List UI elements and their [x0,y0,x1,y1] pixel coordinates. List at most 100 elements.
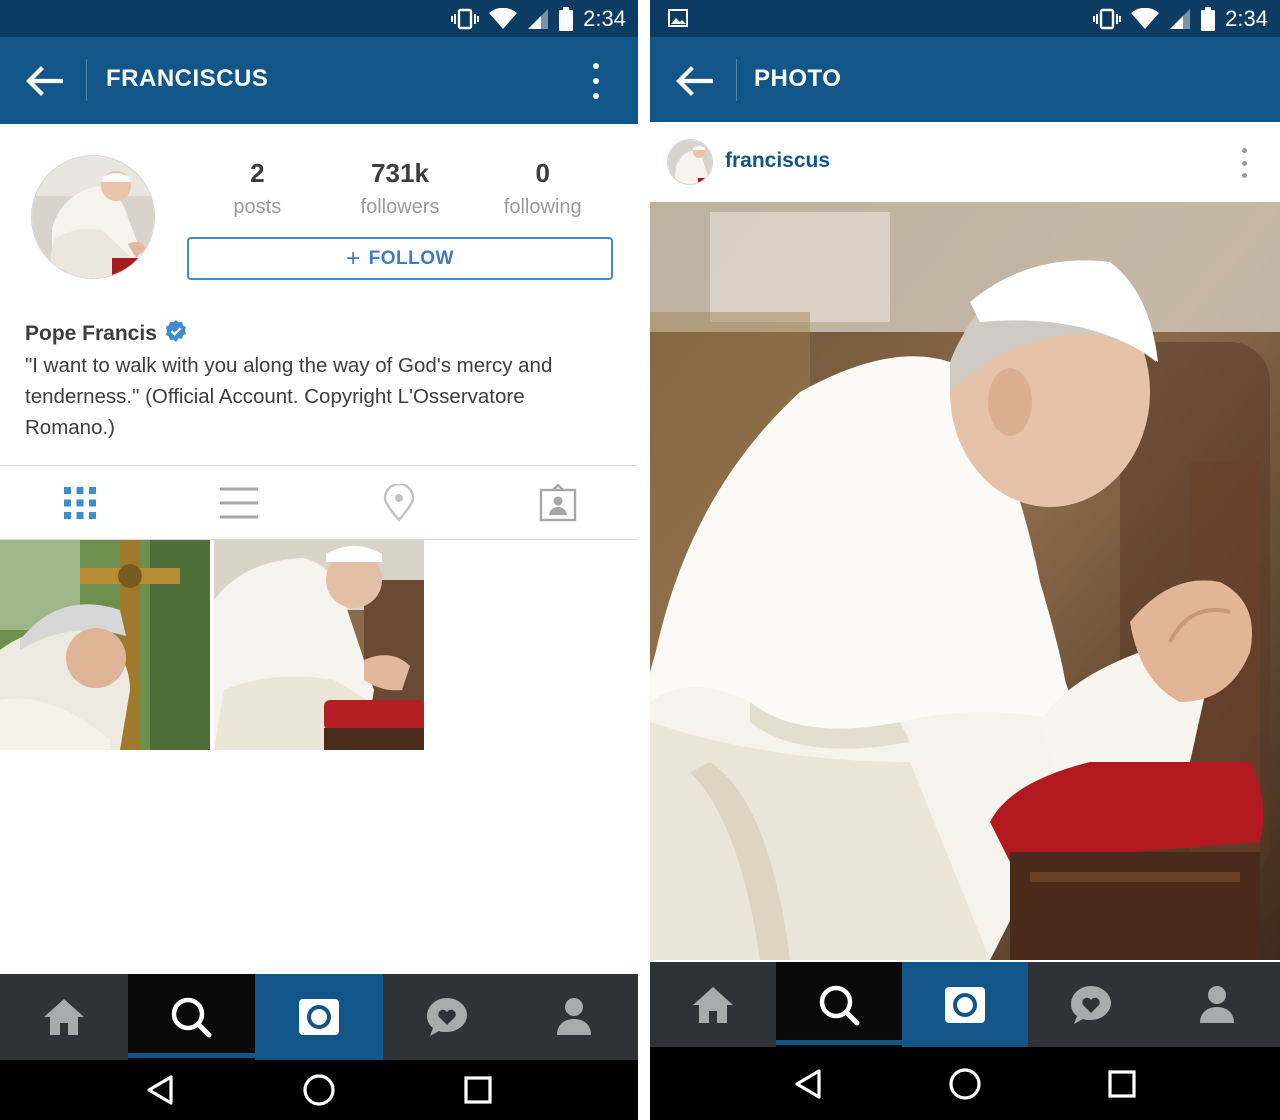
page-title: PHOTO [754,65,842,92]
back-arrow-icon [676,66,713,96]
system-nav-bar [0,1060,638,1120]
post-thumbnail[interactable] [214,540,424,750]
back-arrow-icon [26,66,63,96]
app-bar-divider [86,59,87,101]
status-icons: 2:34 [1093,0,1268,37]
nav-search[interactable] [127,974,256,1060]
stat-posts[interactable]: 2 posts [186,158,329,219]
nav-home[interactable] [0,974,128,1060]
photo-screen: 2:34 PHOTO franciscus [650,0,1280,1120]
nav-profile[interactable] [1154,962,1280,1047]
system-recents-button[interactable] [448,1065,508,1115]
post-username[interactable]: franciscus [725,149,830,173]
system-home-button[interactable] [935,1059,995,1109]
nav-camera[interactable] [902,962,1028,1047]
notification-image-icon [668,9,688,32]
wifi-icon [1131,7,1160,30]
post-header: franciscus [650,122,1280,202]
stat-label: followers [360,196,440,218]
follow-label: FOLLOW [368,247,454,269]
back-triangle-icon [147,1075,173,1105]
system-recents-button[interactable] [1092,1059,1152,1109]
home-icon [693,986,733,1023]
stat-value: 731k [371,158,429,188]
search-icon [172,997,212,1038]
post-thumbnail-image [0,540,210,750]
nav-search[interactable] [776,962,902,1047]
stat-following[interactable]: 0 following [471,158,614,219]
nav-camera[interactable] [255,974,383,1060]
home-circle-icon [949,1067,981,1100]
back-triangle-icon [795,1068,821,1099]
nav-activity[interactable] [1028,962,1154,1047]
screen-divider [638,0,650,1120]
status-icons: 2:34 [451,0,626,37]
activity-heart-icon [426,998,467,1036]
post-thumbnail[interactable] [0,540,210,750]
tab-grid[interactable] [0,466,160,539]
system-back-button[interactable] [130,1065,190,1115]
recents-square-icon [464,1076,492,1104]
post-options-button[interactable] [1238,148,1250,178]
back-button[interactable] [22,61,66,101]
status-bar: 2:34 [650,0,1280,37]
dot [593,78,599,84]
app-bar: FRANCISCUS [0,37,638,124]
bottom-nav [0,974,638,1060]
tagged-photos-icon [540,483,577,521]
stat-followers[interactable]: 731k followers [329,158,472,219]
vibrate-icon [451,8,480,30]
signal-icon [527,8,549,30]
status-bar: 2:34 [0,0,638,37]
stat-value: 0 [535,158,550,188]
verified-badge-icon [165,320,187,347]
posts-grid [0,540,638,750]
signal-icon [1169,8,1191,30]
back-button[interactable] [672,61,716,101]
profile-icon [557,998,592,1035]
search-icon [819,985,860,1025]
dot [1241,148,1247,153]
camera-icon [945,986,985,1023]
post-photo[interactable] [650,202,1280,960]
dot [1241,160,1247,166]
tab-map[interactable] [319,466,479,539]
tab-list[interactable] [160,466,320,539]
profile-avatar[interactable] [31,155,155,279]
stat-value: 2 [250,158,265,188]
activity-heart-icon [1071,985,1111,1024]
home-circle-icon [303,1074,335,1106]
follow-button[interactable]: + FOLLOW [187,237,613,280]
recents-square-icon [1108,1069,1136,1098]
status-time: 2:34 [583,5,626,31]
profile-full-name: Pope Francis [25,321,157,345]
overflow-menu-button[interactable] [584,63,608,99]
system-back-button[interactable] [778,1059,838,1109]
profile-icon [1200,985,1234,1023]
tab-tagged[interactable] [479,466,639,539]
camera-icon [298,999,339,1035]
system-home-button[interactable] [289,1065,349,1115]
battery-icon [559,6,574,31]
page-title: FRANCISCUS [106,65,269,92]
post-photo-image [650,202,1280,960]
app-bar: PHOTO [650,37,1280,122]
system-nav-bar [650,1047,1280,1120]
grid-view-icon [63,486,96,519]
dot [593,93,599,99]
stat-label: posts [233,196,282,218]
vibrate-icon [1093,8,1122,30]
post-author-avatar[interactable] [667,139,713,185]
nav-profile[interactable] [510,974,638,1060]
profile-bio: "I want to walk with you along the way o… [25,354,553,439]
post-thumbnail-image [214,540,424,750]
status-time: 2:34 [1225,5,1268,31]
avatar-image [32,156,154,278]
nav-activity[interactable] [383,974,511,1060]
nav-home[interactable] [650,962,776,1047]
dot [1241,173,1247,178]
profile-name-row: Pope Francis [25,320,187,347]
bottom-nav [650,962,1280,1047]
location-pin-icon [383,483,414,522]
battery-icon [1201,6,1216,31]
